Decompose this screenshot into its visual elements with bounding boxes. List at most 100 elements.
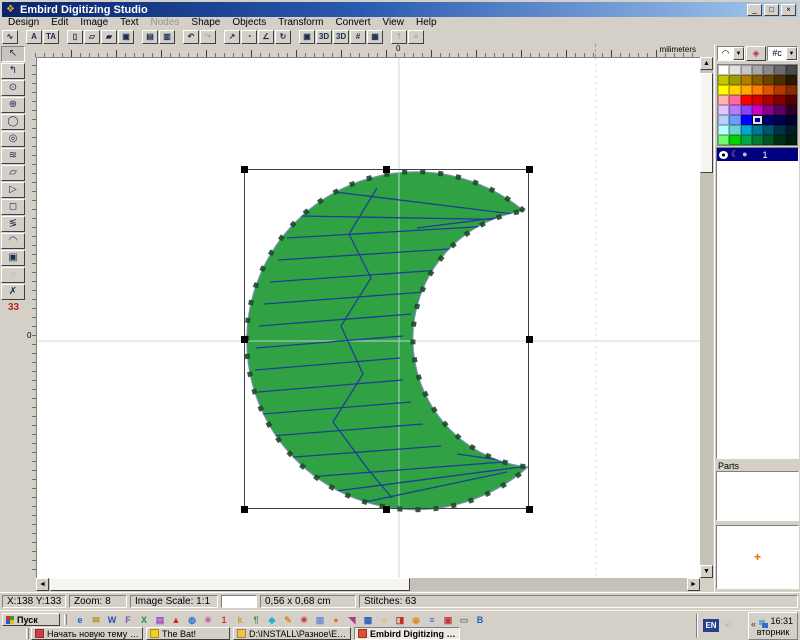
crescent-design[interactable] [37, 58, 701, 579]
tool-arc[interactable]: ◠ [1, 233, 25, 249]
palette-swatch[interactable] [763, 65, 774, 75]
ql-film-icon[interactable]: ◨ [392, 614, 408, 626]
chevron-down-icon[interactable]: ▼ [733, 47, 744, 60]
ql-word-icon[interactable]: W [104, 614, 120, 626]
palette-swatch[interactable] [729, 105, 740, 115]
tool-cut[interactable]: ✗ [1, 284, 25, 300]
ql-bluetooth-icon[interactable]: B [472, 614, 488, 626]
palette-swatch[interactable] [763, 115, 774, 125]
density-gauge-button[interactable]: ◔ [241, 30, 257, 44]
lettering-button[interactable]: A [26, 30, 42, 44]
hand-tray-icon[interactable]: ☜ [723, 619, 733, 632]
menu-transform[interactable]: Transform [272, 17, 329, 29]
palette-swatch[interactable] [786, 65, 797, 75]
ql-acrobat-icon[interactable]: ▲ [168, 614, 184, 626]
palette-swatch[interactable] [774, 95, 785, 105]
angle-tool-button[interactable]: ∠ [258, 30, 274, 44]
palette-swatch[interactable] [718, 75, 729, 85]
ql-diamond-icon[interactable]: ◆ [264, 614, 280, 626]
vscroll-thumb[interactable] [700, 73, 713, 173]
task-explorer[interactable]: D:\INSTALL\Разное\Embird [233, 627, 351, 640]
object-list[interactable]: ☾ ● 1 [716, 147, 799, 459]
palette-swatch[interactable] [774, 135, 785, 145]
ql-pen-icon[interactable]: ✎ [280, 614, 296, 626]
palette-swatch[interactable] [786, 115, 797, 125]
tool-outline-shape[interactable]: ◻ [1, 199, 25, 215]
ql-nature-icon[interactable]: ¶ [248, 614, 264, 626]
palette-swatch[interactable] [741, 135, 752, 145]
rotate-button[interactable]: ↻ [275, 30, 291, 44]
tool-sfumato[interactable]: ≋ [1, 148, 25, 164]
palette-swatch[interactable] [718, 85, 729, 95]
palette-swatch[interactable] [774, 115, 785, 125]
import-design-button[interactable]: ▰ [101, 30, 117, 44]
ql-sun-icon[interactable]: ☼ [376, 614, 392, 626]
palette-swatch[interactable] [729, 135, 740, 145]
save-design-button[interactable]: ▣ [118, 30, 134, 44]
start-button[interactable]: Пуск [2, 613, 60, 626]
palette-swatch[interactable] [752, 105, 763, 115]
palette-swatch[interactable] [729, 65, 740, 75]
ql-excel-icon[interactable]: X [136, 614, 152, 626]
hoop-button[interactable]: ▣ [299, 30, 315, 44]
palette-swatch[interactable] [729, 115, 740, 125]
palette-swatch[interactable] [763, 75, 774, 85]
palette-swatch[interactable] [786, 85, 797, 95]
palette-swatch[interactable] [752, 65, 763, 75]
ql-frontpage-icon[interactable]: F [120, 614, 136, 626]
needle-point-button[interactable]: † [391, 30, 407, 44]
palette-swatch[interactable] [718, 115, 729, 125]
palette-swatch[interactable] [752, 125, 763, 135]
menu-help[interactable]: Help [410, 17, 443, 29]
visibility-eye-icon[interactable] [719, 151, 728, 159]
palette-swatch[interactable] [774, 125, 785, 135]
ql-books-icon[interactable]: ▤ [152, 614, 168, 626]
tool-manual-stitches[interactable]: ≶ [1, 216, 25, 232]
palette-swatch[interactable] [741, 125, 752, 135]
ql-ie-icon[interactable]: e [72, 614, 88, 626]
minimize-button[interactable]: _ [747, 4, 762, 16]
menu-view[interactable]: View [376, 17, 410, 29]
palette-swatch[interactable] [763, 85, 774, 95]
view-3d-window-button[interactable]: 3D [333, 30, 349, 44]
menu-objects[interactable]: Objects [226, 17, 272, 29]
close-button[interactable]: × [781, 4, 796, 16]
ql-mail-icon[interactable]: ✉ [88, 614, 104, 626]
design-canvas[interactable] [36, 57, 700, 578]
open-design-button[interactable]: ▱ [84, 30, 100, 44]
palette-swatch[interactable] [729, 75, 740, 85]
toolbar-grip[interactable] [64, 614, 67, 625]
chevron-down-icon[interactable]: ▼ [786, 47, 797, 60]
palette-swatch[interactable] [786, 135, 797, 145]
scroll-left-icon[interactable]: ◄ [36, 578, 49, 591]
parts-list[interactable] [716, 471, 799, 521]
redo-button[interactable]: ↷ [200, 30, 216, 44]
copy-button[interactable]: ▤ [142, 30, 158, 44]
palette-swatch[interactable] [729, 125, 740, 135]
thread-colors-button[interactable]: # [350, 30, 366, 44]
palette-swatch[interactable] [774, 105, 785, 115]
palette-swatch[interactable] [752, 85, 763, 95]
scroll-up-icon[interactable]: ▲ [700, 57, 713, 70]
new-design-button[interactable]: ▯ [67, 30, 83, 44]
object-row-selected[interactable]: ☾ ● 1 [717, 148, 798, 161]
ql-flower-icon[interactable]: ✳ [200, 614, 216, 626]
tool-applique[interactable]: ▷ [1, 182, 25, 198]
palette-swatch[interactable] [786, 105, 797, 115]
ql-key-icon[interactable]: k [232, 614, 248, 626]
tool-fill-shape[interactable]: ◯ [1, 114, 25, 130]
tool-select[interactable]: ↖ [1, 46, 25, 62]
restore-button[interactable]: □ [764, 4, 779, 16]
ql-table-icon[interactable]: ▦ [360, 614, 376, 626]
tool-sfumato-off[interactable]: ◌ [1, 267, 25, 283]
tool-zoom[interactable]: ⊙ [1, 80, 25, 96]
ql-globe-icon[interactable]: ◍ [184, 614, 200, 626]
ql-lines-icon[interactable]: ≡ [424, 614, 440, 626]
scroll-right-icon[interactable]: ► [687, 578, 700, 591]
ql-notepad-icon[interactable]: ▭ [456, 614, 472, 626]
palette-swatch[interactable] [752, 75, 763, 85]
palette-swatch[interactable] [752, 135, 763, 145]
horizontal-scrollbar[interactable]: ◄ ► [36, 578, 700, 591]
toolbar-grip[interactable] [26, 628, 29, 639]
palette-swatch[interactable] [718, 95, 729, 105]
